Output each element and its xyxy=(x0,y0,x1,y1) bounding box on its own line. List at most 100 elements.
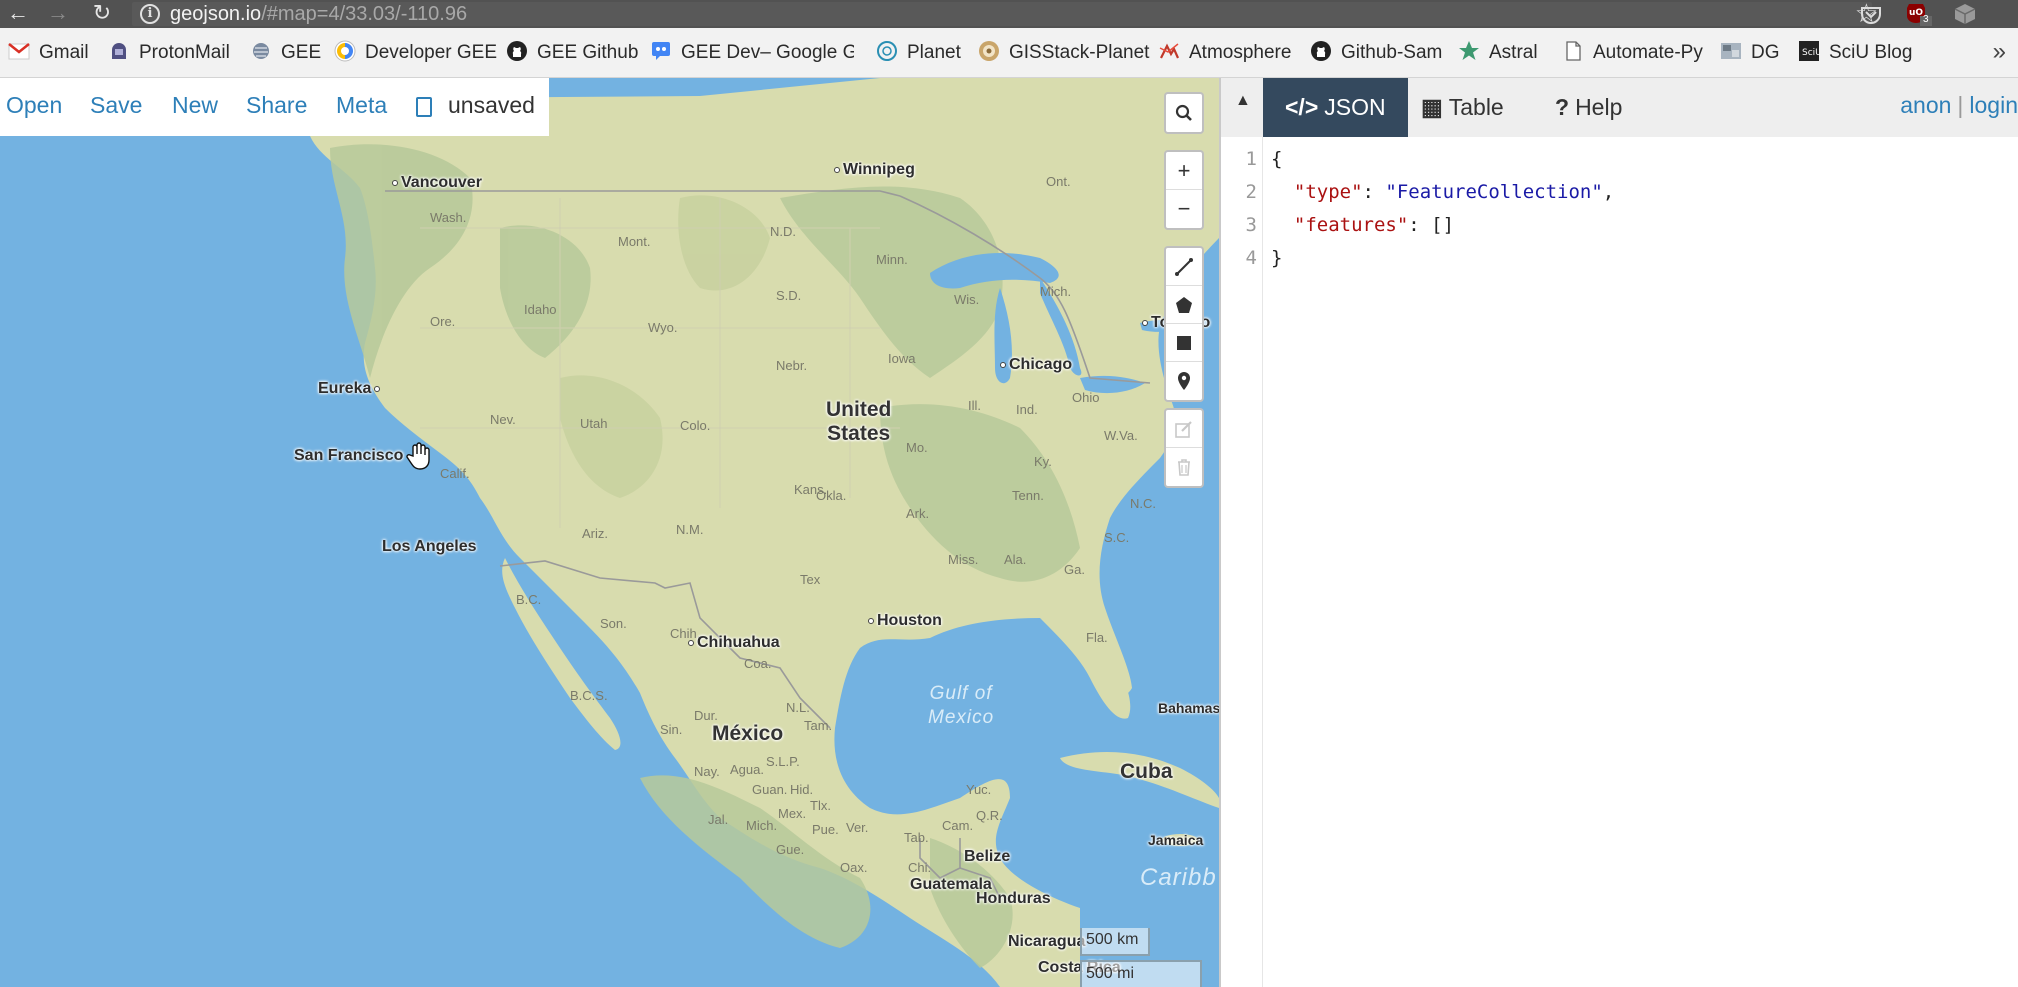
bookmark-gee[interactable]: GEE xyxy=(250,40,321,66)
state-label: Mich. xyxy=(1040,284,1072,299)
bookmark-gmail[interactable]: Gmail xyxy=(8,40,89,66)
draw-rectangle-icon[interactable] xyxy=(1166,324,1202,362)
meta-button[interactable]: Meta xyxy=(336,92,387,119)
state-label: Utah xyxy=(580,416,608,431)
country-label-united-states: United States xyxy=(826,398,892,445)
state-label: Ark. xyxy=(906,506,930,521)
basemap-tiles xyxy=(310,78,1219,987)
state-label: Mich. xyxy=(746,818,778,833)
pocket-icon[interactable] xyxy=(1856,2,1886,26)
site-info-icon[interactable]: i xyxy=(140,4,160,24)
back-arrow-icon[interactable]: ← xyxy=(4,0,32,28)
draw-marker-icon[interactable] xyxy=(1166,362,1202,400)
draw-toolbar xyxy=(1164,246,1204,402)
save-button[interactable]: Save xyxy=(90,92,142,119)
code-line-4[interactable]: } xyxy=(1271,242,1282,275)
extension-cube-icon[interactable] xyxy=(1950,2,1980,26)
state-label: N.L. xyxy=(786,700,810,715)
state-label: Tlx. xyxy=(810,798,831,813)
code-line-3[interactable]: "features": [] xyxy=(1271,209,1454,242)
state-label: Wis. xyxy=(954,292,980,307)
geojson-editor[interactable]: 1 2 3 4 { "type": "FeatureCollection", "… xyxy=(1221,137,2018,987)
state-label: Tenn. xyxy=(1012,488,1044,503)
bookmark-astral[interactable]: Astral xyxy=(1458,40,1538,66)
collapse-panel-icon[interactable]: ▲ xyxy=(1235,92,1251,110)
bookmark-gee-dev-google-groups[interactable]: GEE Dev– Google Gro xyxy=(650,40,854,66)
state-label: Ariz. xyxy=(582,526,608,541)
tab-json[interactable]: </> JSON xyxy=(1263,78,1408,137)
bookmark-developer-gee[interactable]: Developer GEE xyxy=(334,40,497,66)
code-line-2[interactable]: "type": "FeatureCollection", xyxy=(1271,176,1614,209)
atmosphere-icon xyxy=(1158,40,1180,62)
address-bar[interactable]: i geojson.io/#map=4/33.03/-110.96 ☆ xyxy=(132,0,1878,26)
state-label: Ohio xyxy=(1072,390,1100,405)
bookmark-dg[interactable]: DG xyxy=(1720,40,1780,66)
planet-icon xyxy=(876,40,898,62)
zoom-in-icon[interactable]: + xyxy=(1166,152,1202,190)
country-label-mexico: México xyxy=(712,722,784,745)
tab-table[interactable]: ▦ Table xyxy=(1399,78,1526,137)
bookmark-gisstack-planet[interactable]: GISStack-Planet xyxy=(978,40,1149,66)
city-label-chihuahua: Chihuahua xyxy=(688,634,780,652)
state-label: B.C. xyxy=(516,592,542,607)
file-toolbar: Open Save New Share Meta unsaved xyxy=(0,78,549,136)
login-link[interactable]: login xyxy=(1969,92,2018,118)
address-url[interactable]: geojson.io/#map=4/33.03/-110.96 xyxy=(170,2,467,26)
open-button[interactable]: Open xyxy=(6,92,62,119)
state-label: Ky. xyxy=(1034,454,1052,469)
draw-polygon-icon[interactable] xyxy=(1166,286,1202,324)
star-icon xyxy=(1458,40,1480,62)
state-label: Iowa xyxy=(888,351,916,366)
state-label: Ver. xyxy=(846,820,869,835)
anon-user-link[interactable]: anon xyxy=(1900,92,1951,118)
state-label: Mont. xyxy=(618,234,651,249)
file-status: unsaved xyxy=(448,92,535,118)
search-icon[interactable] xyxy=(1166,94,1202,132)
new-button[interactable]: New xyxy=(172,92,218,119)
google-developers-icon xyxy=(334,40,356,62)
line-gutter: 1 2 3 4 xyxy=(1221,137,1263,987)
bookmark-github-sam[interactable]: Github-Sam xyxy=(1310,40,1442,66)
bookmark-planet[interactable]: Planet xyxy=(876,40,961,66)
state-label: N.C. xyxy=(1130,496,1156,511)
bookmark-atmosphere[interactable]: Atmosphere xyxy=(1158,40,1291,66)
github-icon xyxy=(506,40,528,62)
edit-layers-icon[interactable] xyxy=(1166,410,1202,448)
state-label: Nev. xyxy=(490,412,516,427)
dg-icon xyxy=(1720,40,1742,62)
state-label: Cam. xyxy=(942,818,974,833)
draw-line-icon[interactable] xyxy=(1166,248,1202,286)
ublock-icon[interactable]: uO 3 xyxy=(1904,2,1934,26)
state-label: Calif. xyxy=(440,466,470,481)
reload-icon[interactable]: ↻ xyxy=(88,0,116,28)
code-line-1[interactable]: { xyxy=(1271,143,1282,176)
gee-icon xyxy=(250,40,272,62)
state-label: Ga. xyxy=(1064,562,1085,577)
bookmarks-overflow-icon[interactable]: » xyxy=(1993,38,2006,66)
country-label-belize: Belize xyxy=(964,848,1011,865)
gmail-icon xyxy=(8,40,30,62)
bookmark-gee-github[interactable]: GEE Github xyxy=(506,40,638,66)
bookmark-protonmail[interactable]: ProtonMail xyxy=(108,40,230,66)
side-panel: ▲ </> JSON ▦ Table ? Help anon | login 1 2 3 … xyxy=(1219,78,2018,987)
forward-arrow-icon[interactable]: → xyxy=(44,0,72,28)
edit-toolbar xyxy=(1164,408,1204,488)
share-button[interactable]: Share xyxy=(246,92,307,119)
state-label: W.Va. xyxy=(1104,428,1138,443)
bookmark-sciu-blog[interactable]: SciU SciU Blog xyxy=(1798,40,1912,66)
state-label: Ill. xyxy=(968,398,981,413)
tab-help[interactable]: ? Help xyxy=(1533,78,1644,137)
ublock-badge: 3 xyxy=(1923,14,1929,25)
state-label: Dur. xyxy=(694,708,718,723)
map-view[interactable]: Wash. Mont. N.D. Minn. Ont. Ore. Idaho W… xyxy=(0,78,1219,987)
zoom-out-icon[interactable]: − xyxy=(1166,190,1202,228)
state-label: Son. xyxy=(600,616,627,631)
state-label: Ont. xyxy=(1046,174,1071,189)
trash-icon[interactable] xyxy=(1166,448,1202,486)
bookmark-automate-py[interactable]: Automate-Py xyxy=(1562,40,1703,66)
line-number: 1 xyxy=(1245,148,1257,170)
state-label: Mex. xyxy=(778,806,807,821)
state-label: Tex xyxy=(800,572,821,587)
state-label: Hid. xyxy=(790,782,814,797)
state-label: Agua. xyxy=(730,762,764,777)
